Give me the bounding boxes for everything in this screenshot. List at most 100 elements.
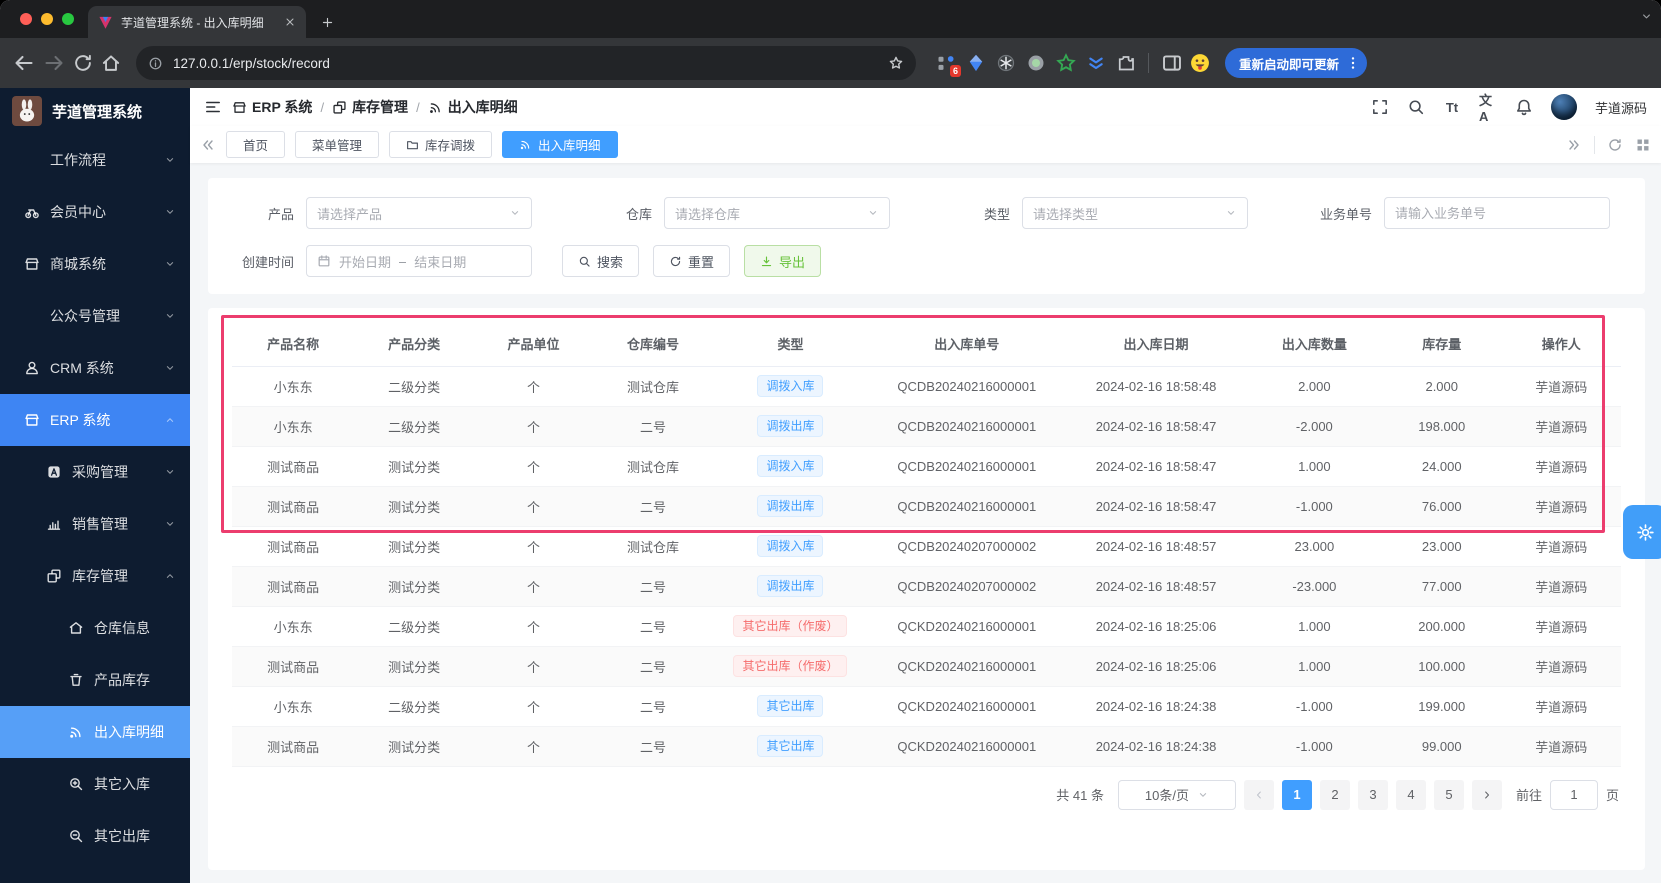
- warehouse-select[interactable]: 请选择仓库: [664, 197, 890, 229]
- biz-no-input[interactable]: [1395, 205, 1599, 221]
- reset-button[interactable]: 重置: [653, 245, 731, 277]
- close-window-button[interactable]: [20, 13, 32, 25]
- page-tab[interactable]: 菜单管理: [295, 131, 380, 158]
- username[interactable]: 芋道源码: [1595, 98, 1647, 117]
- sidebar-item-label: 其它入库: [94, 776, 150, 792]
- chrome-update-button[interactable]: 重新启动即可更新: [1225, 48, 1368, 78]
- fullscreen-icon[interactable]: [1371, 98, 1389, 116]
- type-tag: 其它出库（作废）: [733, 615, 848, 637]
- sidebar-item[interactable]: CRM 系统: [0, 342, 190, 394]
- table-row[interactable]: 小东东 二级分类个二号 其它出库 QCKD20240216000001 2024-02-…: [232, 686, 1621, 727]
- sidebar-item[interactable]: 采购管理: [0, 446, 190, 498]
- tab-close-icon[interactable]: [284, 16, 296, 28]
- extension-kite-icon[interactable]: [966, 53, 986, 73]
- refresh-page-icon[interactable]: [1607, 137, 1623, 153]
- browser-tab-title: 芋道管理系统 - 出入库明细: [121, 15, 264, 30]
- table-row[interactable]: 小东东 二级分类个二号 其它出库（作废） QCKD20240216000001 2024…: [232, 606, 1621, 647]
- table-cell: 测试仓库: [593, 526, 713, 567]
- table-row[interactable]: 小东东 二级分类个二号 调拨出库 QCDB20240216000001 2024-02-…: [232, 406, 1621, 447]
- sidebar-item[interactable]: 其它出库: [0, 810, 190, 862]
- home-icon[interactable]: [100, 52, 122, 74]
- emoji-extension-icon[interactable]: [1189, 52, 1211, 74]
- zoom-in-icon: [68, 776, 84, 792]
- page-number-button[interactable]: 1: [1281, 779, 1312, 810]
- address-bar[interactable]: 127.0.0.1/erp/stock/record: [136, 46, 916, 80]
- table-row[interactable]: 测试商品 测试分类个二号 其它出库（作废） QCKD20240216000001 202…: [232, 646, 1621, 687]
- search-icon[interactable]: [1407, 98, 1425, 116]
- side-panel-icon[interactable]: [1161, 52, 1183, 74]
- table-row[interactable]: 测试商品 测试分类个测试仓库 调拨入库 QCDB20240216000001 2024-…: [232, 446, 1621, 487]
- table-cell: 199.000: [1382, 686, 1502, 727]
- sidebar-item[interactable]: 会员中心: [0, 186, 190, 238]
- settings-drawer-button[interactable]: [1623, 505, 1661, 559]
- extension-wheel-icon[interactable]: [996, 53, 1016, 73]
- sidebar-item[interactable]: 销售管理: [0, 498, 190, 550]
- sidebar-item[interactable]: 公众号管理: [0, 290, 190, 342]
- table-cell: 小东东: [232, 406, 355, 447]
- type-tag: 调拨入库: [757, 375, 824, 397]
- app-logo-row[interactable]: 芋道管理系统: [0, 88, 190, 134]
- browser-menu-kebab-icon[interactable]: [1345, 55, 1361, 71]
- bookmark-star-icon[interactable]: [888, 55, 904, 71]
- breadcrumb-item[interactable]: 库存管理: [332, 97, 408, 117]
- table-cell: 个: [473, 486, 594, 527]
- search-button[interactable]: 搜索: [562, 245, 640, 277]
- translate-icon[interactable]: 文A: [1479, 93, 1497, 124]
- table-row[interactable]: 测试商品 测试分类个测试仓库 调拨入库 QCDB20240207000002 2024-…: [232, 526, 1621, 567]
- sidebar-item[interactable]: 出入库明细: [0, 706, 190, 758]
- font-size-icon[interactable]: Tt: [1443, 98, 1461, 116]
- breadcrumb-item[interactable]: ERP 系统: [232, 97, 312, 117]
- next-page-button[interactable]: [1471, 779, 1502, 810]
- collapse-sidebar-icon[interactable]: [204, 98, 222, 116]
- tab-search-chevron-icon[interactable]: [1640, 10, 1653, 23]
- prev-page-button[interactable]: [1243, 779, 1274, 810]
- goto-page-input[interactable]: [1549, 779, 1598, 810]
- new-tab-button[interactable]: [314, 9, 340, 35]
- maximize-window-button[interactable]: [62, 13, 74, 25]
- extension-star-icon[interactable]: [1056, 53, 1076, 73]
- table-row[interactable]: 测试商品 测试分类个二号 调拨出库 QCDB20240207000002 2024-02…: [232, 566, 1621, 607]
- page-tab[interactable]: 出入库明细: [502, 131, 618, 158]
- date-range-picker[interactable]: 开始日期 – 结束日期: [306, 245, 532, 277]
- record-icon: [428, 100, 443, 115]
- extensions-puzzle-icon[interactable]: [1116, 53, 1136, 73]
- layout-grid-icon[interactable]: [1635, 137, 1651, 153]
- product-select[interactable]: 请选择产品: [306, 197, 532, 229]
- page-tab[interactable]: 库存调拨: [389, 131, 493, 158]
- sidebar-item[interactable]: 其它入库: [0, 758, 190, 810]
- table-cell: 测试分类: [354, 726, 474, 767]
- tabs-scroll-right-icon[interactable]: [1566, 137, 1582, 153]
- sidebar-item[interactable]: 工作流程: [0, 134, 190, 186]
- minimize-window-button[interactable]: [41, 13, 53, 25]
- tabs-scroll-left-icon[interactable]: [200, 137, 216, 153]
- sidebar-item[interactable]: 仓库信息: [0, 602, 190, 654]
- table-row[interactable]: 小东东 二级分类个测试仓库 调拨入库 QCDB20240216000001 2024-0…: [232, 366, 1621, 407]
- user-avatar[interactable]: [1550, 94, 1577, 120]
- page-number-button[interactable]: 4: [1395, 779, 1426, 810]
- sidebar-item[interactable]: 库存管理: [0, 550, 190, 602]
- page-number-button[interactable]: 5: [1433, 779, 1464, 810]
- table-cell: 24.000: [1382, 446, 1502, 487]
- page-number-button[interactable]: 2: [1319, 779, 1350, 810]
- back-icon[interactable]: [12, 51, 36, 75]
- reload-icon[interactable]: [72, 52, 94, 74]
- page-number-button[interactable]: 3: [1357, 779, 1388, 810]
- extension-chevrons-icon[interactable]: [1086, 53, 1106, 73]
- table-cell: -1.000: [1246, 486, 1383, 527]
- sidebar-item[interactable]: ERP 系统: [0, 394, 190, 446]
- export-button[interactable]: 导出: [744, 245, 822, 277]
- page-tab[interactable]: 首页: [226, 131, 286, 158]
- table-row[interactable]: 测试商品 测试分类个二号 其它出库 QCKD20240216000001 2024-02…: [232, 726, 1621, 767]
- forward-icon[interactable]: [42, 51, 66, 75]
- breadcrumb-item[interactable]: 出入库明细: [428, 97, 518, 117]
- extension-circle-icon[interactable]: [1026, 53, 1046, 73]
- extension-grid-icon[interactable]: 6: [936, 53, 961, 77]
- site-info-icon[interactable]: [148, 56, 163, 71]
- sidebar-item[interactable]: 商城系统: [0, 238, 190, 290]
- browser-tab[interactable]: 芋道管理系统 - 出入库明细: [88, 6, 306, 38]
- table-row[interactable]: 测试商品 测试分类个二号 调拨出库 QCDB20240216000001 2024-02…: [232, 486, 1621, 527]
- sidebar-item[interactable]: 产品库存: [0, 654, 190, 706]
- notification-bell-icon[interactable]: [1515, 98, 1533, 116]
- page-size-select[interactable]: 10条/页: [1117, 779, 1236, 810]
- type-select[interactable]: 请选择类型: [1022, 197, 1248, 229]
